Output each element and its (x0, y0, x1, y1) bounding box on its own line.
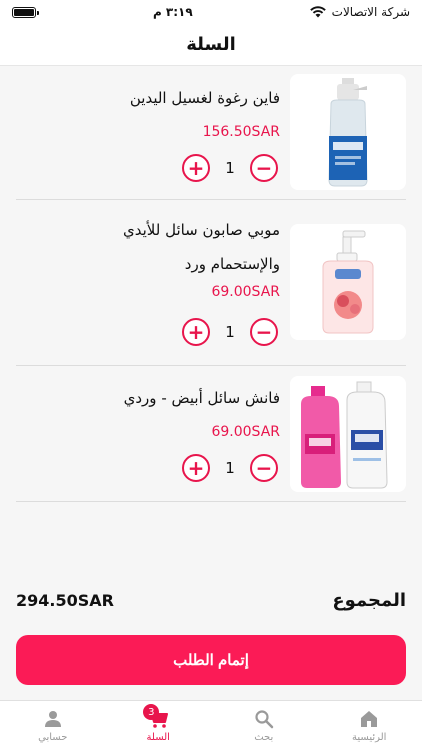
cart-item: موبي صابون سائل للأيدي والإستحمام ورد 69… (16, 200, 406, 366)
vanish-bottles-icon (301, 381, 388, 489)
tab-account[interactable]: حسابي (0, 701, 106, 750)
plus-icon: + (187, 156, 205, 180)
liquid-hand-soap-pump-icon (322, 230, 374, 334)
quantity-stepper: + 1 − (182, 154, 278, 182)
nav-header: السلة (0, 24, 422, 66)
status-bar: ٣:١٩ م شركة الاتصالات (0, 0, 422, 24)
battery-icon (12, 6, 39, 18)
status-time: ٣:١٩ م (152, 5, 193, 19)
page-title: السلة (186, 34, 236, 55)
product-price: 69.00SAR (211, 284, 280, 300)
tab-label: السلة (146, 731, 170, 743)
product-name[interactable]: موبي صابون سائل للأيدي (16, 216, 280, 244)
increase-quantity-button[interactable]: + (182, 154, 210, 182)
cart-item: فانش سائل أبيض - وردي 69.00SAR + 1 − (16, 366, 406, 502)
quantity-stepper: + 1 − (182, 318, 278, 346)
minus-icon: − (255, 456, 273, 480)
tab-search[interactable]: بحث (211, 701, 317, 750)
decrease-quantity-button[interactable]: − (250, 454, 278, 482)
wifi-icon (309, 6, 326, 18)
increase-quantity-button[interactable]: + (182, 454, 210, 482)
quantity-stepper: + 1 − (182, 454, 278, 482)
product-name[interactable]: فاين رغوة لغسيل اليدين (16, 84, 280, 112)
plus-icon: + (187, 320, 205, 344)
product-image[interactable] (290, 224, 406, 340)
quantity-value: 1 (225, 323, 235, 341)
tab-label: حسابي (38, 731, 68, 743)
product-price: 156.50SAR (202, 124, 280, 140)
checkout-button[interactable]: إتمام الطلب (16, 635, 406, 685)
total-amount: 294.50SAR (16, 591, 114, 610)
cart-item: فاين رغوة لغسيل اليدين 156.50SAR + 1 − (16, 66, 406, 200)
foam-hand-wash-bottle-icon (328, 78, 368, 187)
product-image[interactable] (290, 74, 406, 190)
tab-label: الرئيسية (352, 731, 387, 743)
battery-indicator (12, 6, 39, 18)
decrease-quantity-button[interactable]: − (250, 154, 278, 182)
tab-bar: حسابي 3 السلة بحث الرئيسية (0, 700, 422, 750)
person-icon (44, 710, 61, 727)
product-price: 69.00SAR (211, 424, 280, 440)
minus-icon: − (255, 320, 273, 344)
tab-cart[interactable]: 3 السلة (106, 701, 212, 750)
search-icon (255, 709, 273, 728)
home-icon (361, 710, 378, 727)
increase-quantity-button[interactable]: + (182, 318, 210, 346)
carrier-name: شركة الاتصالات (331, 5, 410, 19)
product-name[interactable]: فانش سائل أبيض - وردي (16, 384, 280, 412)
decrease-quantity-button[interactable]: − (250, 318, 278, 346)
quantity-value: 1 (225, 159, 235, 177)
tab-label: بحث (254, 731, 274, 743)
tab-home[interactable]: الرئيسية (317, 701, 422, 750)
minus-icon: − (255, 156, 273, 180)
product-image[interactable] (290, 376, 406, 492)
total-label: المجموع (332, 590, 406, 611)
cart-total-row: 294.50SAR المجموع (16, 590, 406, 611)
quantity-value: 1 (225, 459, 235, 477)
plus-icon: + (187, 456, 205, 480)
product-name-line2[interactable]: والإستحمام ورد (16, 250, 280, 278)
